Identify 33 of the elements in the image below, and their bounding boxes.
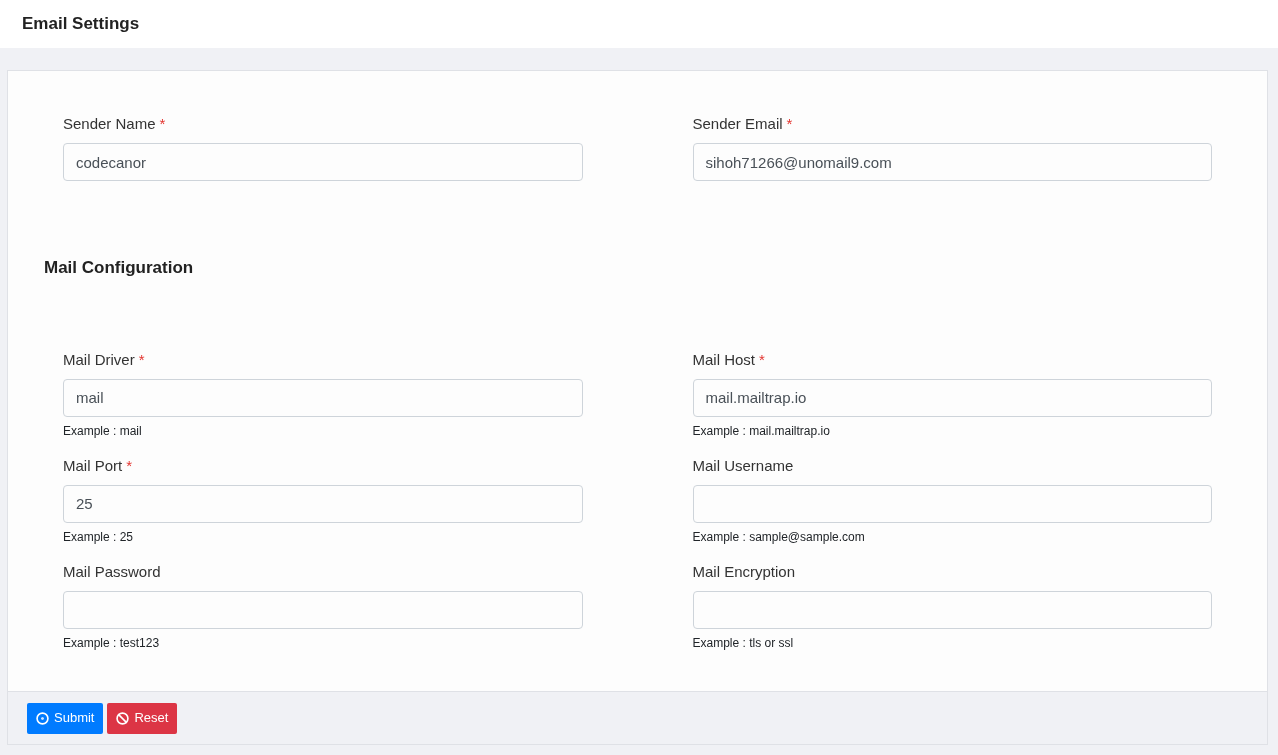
input-field[interactable] bbox=[63, 590, 583, 629]
field-hint: Example : test123 bbox=[63, 634, 161, 651]
input-field[interactable] bbox=[692, 590, 1212, 629]
input-field[interactable]: 25 bbox=[63, 484, 583, 523]
input-field[interactable] bbox=[692, 484, 1212, 523]
required-mark: * bbox=[138, 349, 145, 370]
field-label: Sender Email bbox=[692, 114, 783, 134]
required-mark: * bbox=[159, 114, 166, 134]
field-hint: Example : mail bbox=[63, 422, 143, 439]
field-label: Mail Driver bbox=[63, 349, 135, 370]
page-title: Email Settings bbox=[22, 13, 140, 36]
field-label: Mail Username bbox=[692, 455, 794, 476]
field-hint: Example : tls or ssl bbox=[692, 634, 795, 651]
submit-button[interactable]: Submit bbox=[27, 702, 104, 734]
input-field[interactable]: mail.mailtrap.io bbox=[692, 378, 1212, 417]
field-hint: Example : 25 bbox=[63, 528, 135, 545]
input-field[interactable]: codecanor bbox=[63, 143, 583, 181]
ban-icon bbox=[116, 711, 130, 725]
section-title: Mail Configuration bbox=[44, 258, 194, 277]
dot-circle-icon bbox=[36, 711, 49, 725]
field-hint: Example : mail.mailtrap.io bbox=[692, 422, 831, 439]
input-field[interactable]: mail bbox=[63, 378, 583, 417]
input-field[interactable]: sihoh71266@unomail9.com bbox=[692, 143, 1212, 181]
field-hint: Example : sample@sample.com bbox=[692, 528, 866, 545]
required-mark: * bbox=[786, 114, 793, 134]
required-mark: * bbox=[126, 455, 133, 476]
field-label: Mail Host bbox=[692, 349, 755, 370]
reset-button[interactable]: Reset bbox=[107, 702, 178, 734]
field-label: Sender Name bbox=[63, 114, 156, 134]
field-label: Mail Encryption bbox=[692, 561, 796, 582]
field-label: Mail Password bbox=[63, 561, 161, 582]
required-mark: * bbox=[759, 349, 765, 370]
field-label: Mail Port bbox=[63, 455, 123, 476]
